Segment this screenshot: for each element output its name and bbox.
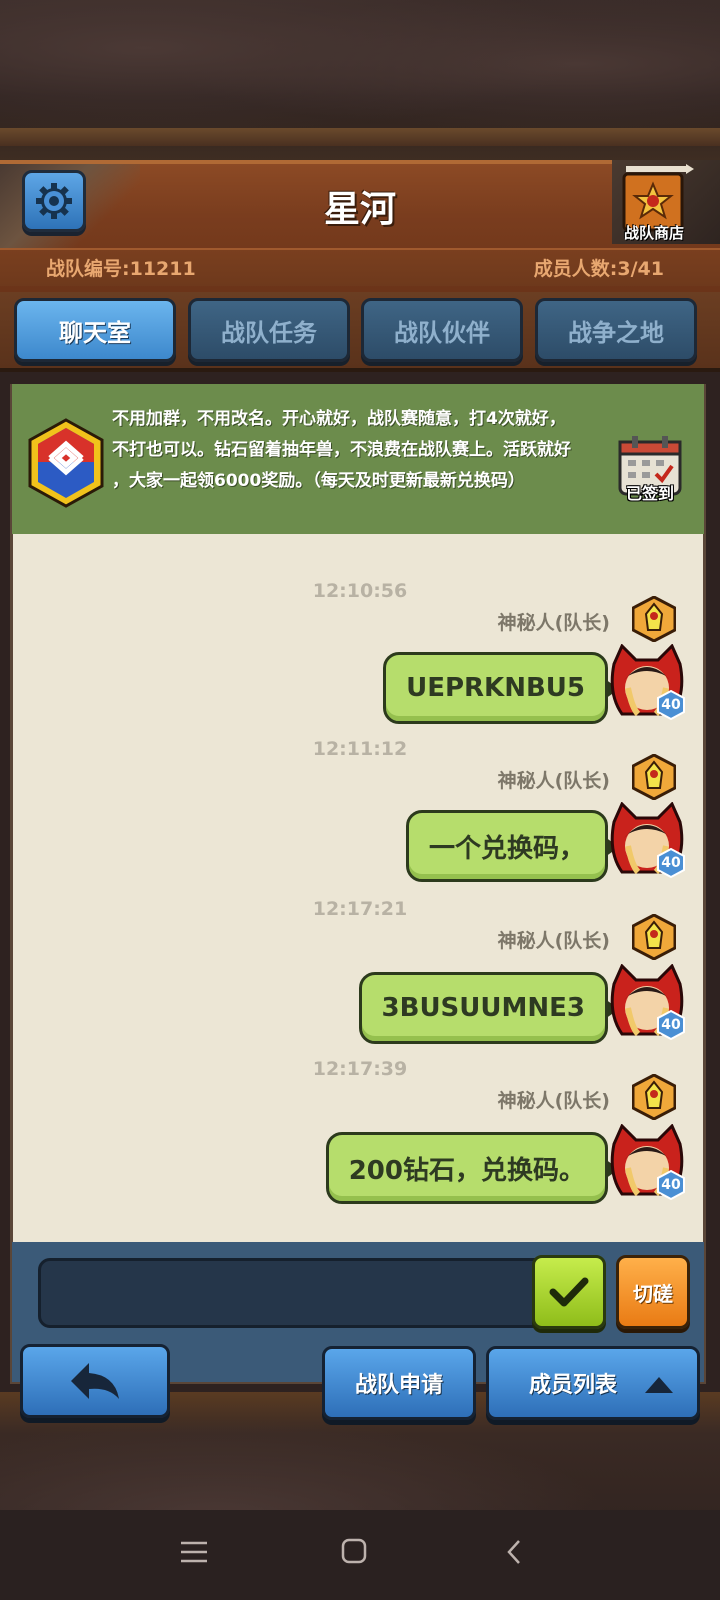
spar-button[interactable]: 切磋 bbox=[616, 1255, 690, 1329]
notice-line: 不用加群，不用改名。开心就好，战队赛随意，打4次就好， bbox=[112, 409, 566, 429]
message-sender: 神秘人(队长) bbox=[497, 1090, 610, 1112]
caret-up-icon bbox=[645, 1377, 673, 1393]
level-badge: 40 bbox=[656, 690, 686, 720]
member-list-label: 成员列表 bbox=[529, 1373, 618, 1398]
notice-line: ，大家一起领6000奖励。（每天及时更新最新兑换码） bbox=[112, 471, 525, 491]
checkmark-icon bbox=[549, 1277, 589, 1307]
captain-badge-icon bbox=[631, 913, 677, 961]
message-bubble: 3BUSUUMNE3 bbox=[358, 972, 620, 1044]
level-text: 40 bbox=[661, 697, 681, 713]
chat-panel bbox=[10, 384, 706, 1384]
system-back-button[interactable] bbox=[494, 1538, 534, 1572]
top-wood-frame bbox=[0, 0, 720, 160]
level-badge: 40 bbox=[656, 848, 686, 878]
level-badge: 40 bbox=[656, 1170, 686, 1200]
captain-badge-icon bbox=[631, 1073, 677, 1121]
tab-war-land[interactable]: 战争之地 bbox=[535, 298, 697, 362]
tab-chatroom[interactable]: 聊天室 bbox=[14, 298, 176, 362]
message-sender: 神秘人(队长) bbox=[497, 612, 610, 634]
send-button[interactable] bbox=[532, 1255, 606, 1329]
message-sender: 神秘人(队长) bbox=[497, 770, 610, 792]
level-text: 40 bbox=[661, 1017, 681, 1033]
member-count: 成员人数:3/41 bbox=[533, 258, 664, 280]
message-sender: 神秘人(队长) bbox=[497, 930, 610, 952]
team-id: 战队编号:11211 bbox=[46, 258, 196, 280]
menu-icon bbox=[181, 1541, 207, 1563]
notice-text: 不用加群，不用改名。开心就好，战队赛随意，打4次就好， 不打也可以。钻石留着抽年… bbox=[112, 404, 598, 497]
level-text: 40 bbox=[661, 1177, 681, 1193]
message-timestamp: 12:17:21 bbox=[312, 898, 408, 920]
level-text: 40 bbox=[661, 855, 681, 871]
message-bubble: 200钻石，兑换码。 bbox=[325, 1132, 620, 1204]
member-list-button[interactable]: 成员列表 bbox=[486, 1346, 700, 1420]
team-emblem-icon bbox=[28, 418, 104, 508]
chevron-left-icon bbox=[507, 1540, 520, 1564]
message-timestamp: 12:10:56 bbox=[312, 580, 408, 602]
chat-input[interactable] bbox=[38, 1258, 598, 1328]
team-apply-button[interactable]: 战队申请 bbox=[322, 1346, 476, 1420]
level-badge: 40 bbox=[656, 1010, 686, 1040]
back-arrow-icon bbox=[71, 1363, 119, 1399]
message-bubble: 一个兑换码， bbox=[405, 810, 620, 882]
message-timestamp: 12:11:12 bbox=[312, 738, 408, 760]
captain-badge-icon bbox=[631, 595, 677, 643]
team-name: 星河 bbox=[323, 189, 396, 230]
gear-icon bbox=[36, 183, 72, 219]
message-bubble: UEPRKNBU5 bbox=[383, 652, 619, 724]
shop-label: 战队商店 bbox=[623, 224, 684, 242]
home-button[interactable] bbox=[334, 1538, 374, 1572]
checkin-label: 已签到 bbox=[625, 484, 674, 503]
back-button[interactable] bbox=[20, 1344, 170, 1418]
recent-apps-button[interactable] bbox=[174, 1538, 214, 1572]
captain-badge-icon bbox=[631, 753, 677, 801]
home-square-icon bbox=[341, 1538, 367, 1564]
message-timestamp: 12:17:39 bbox=[312, 1058, 408, 1080]
tab-team-partners[interactable]: 战队伙伴 bbox=[361, 298, 523, 362]
team-emblem bbox=[28, 418, 104, 508]
tab-team-tasks[interactable]: 战队任务 bbox=[188, 298, 350, 362]
notice-line: 不打也可以。钻石留着抽年兽，不浪费在战队赛上。活跃就好 bbox=[112, 440, 571, 460]
settings-button[interactable] bbox=[22, 170, 86, 232]
